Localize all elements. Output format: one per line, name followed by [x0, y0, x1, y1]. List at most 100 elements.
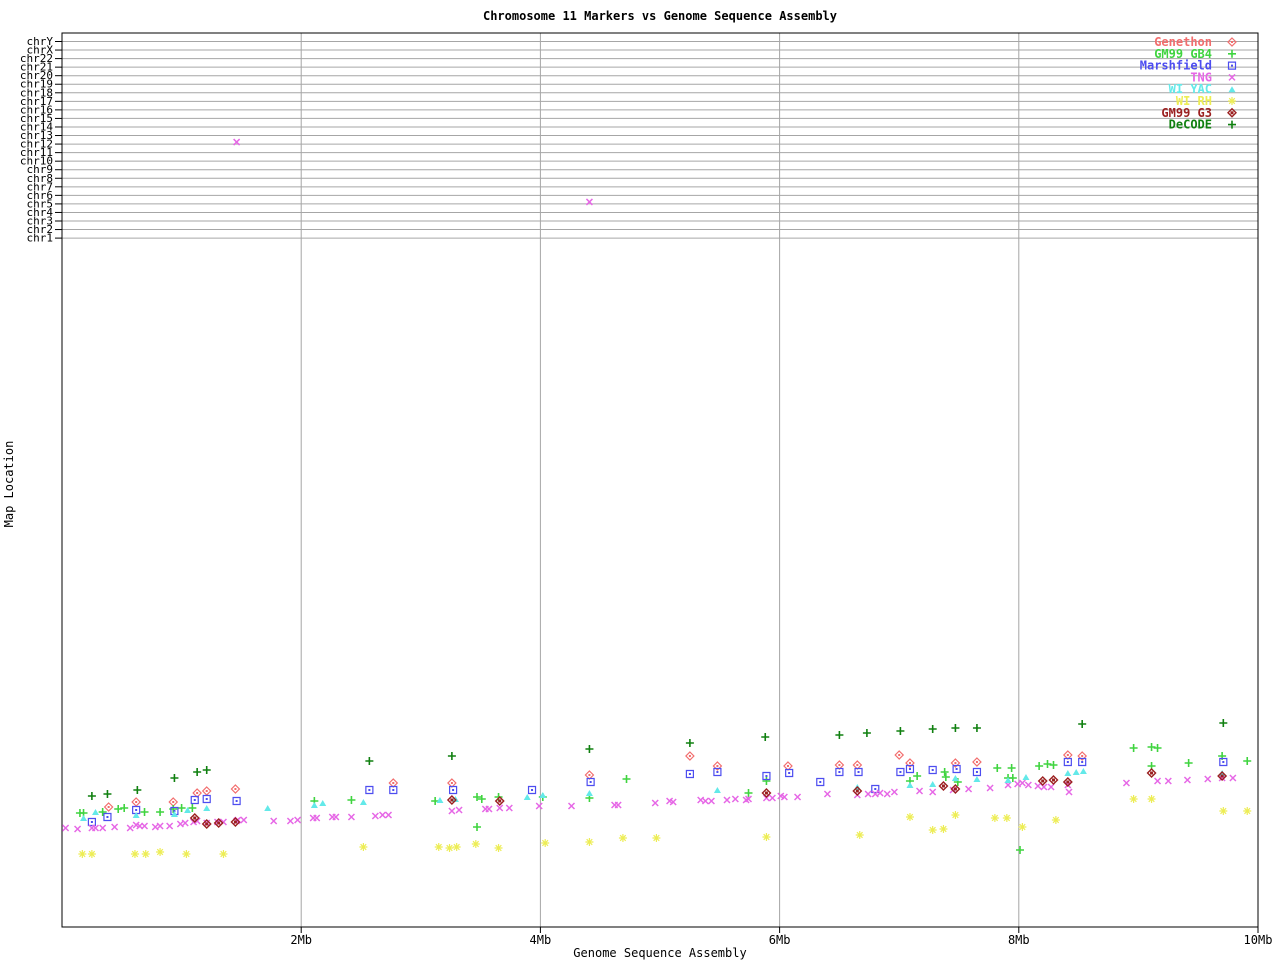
data-point: [192, 788, 202, 798]
data-point: [166, 822, 174, 830]
data-point: [1204, 775, 1212, 783]
data-point: [993, 764, 1002, 772]
data-point: [388, 778, 399, 788]
data-point: [928, 826, 937, 834]
data-point: [965, 785, 973, 793]
data-point: [332, 813, 340, 821]
data-point: [193, 768, 202, 776]
data-point: [111, 823, 119, 831]
plot-area: chrYchrXchr22chr21chr20chr19chr18chr17ch…: [20, 32, 1273, 947]
data-point: [929, 781, 937, 787]
data-point: [862, 729, 871, 737]
data-point: [1018, 779, 1026, 787]
data-point: [1219, 719, 1228, 727]
data-point: [928, 725, 937, 733]
data-point: [1047, 783, 1055, 791]
data-point: [310, 802, 318, 808]
data-point: [905, 813, 914, 821]
data-point: [916, 787, 924, 795]
data-point: [74, 825, 82, 833]
data-point: [1146, 768, 1157, 778]
data-point: [313, 814, 321, 822]
chromosome-marker-plot: Chromosome 11 Markers vs Genome Sequence…: [0, 0, 1280, 960]
data-point: [834, 760, 845, 770]
data-point: [177, 804, 186, 812]
data-point: [365, 757, 374, 765]
x-tick-label: 6Mb: [769, 933, 791, 947]
data-point: [523, 794, 531, 800]
data-point: [707, 797, 715, 805]
data-point: [264, 805, 272, 811]
data-point: [78, 850, 87, 858]
data-point: [365, 785, 374, 795]
data-point: [1153, 744, 1162, 752]
data-point: [622, 775, 631, 783]
data-point: [1129, 795, 1138, 803]
legend-label: DeCODE: [1169, 118, 1212, 132]
data-point: [270, 817, 278, 825]
data-point: [202, 766, 211, 774]
data-point: [1243, 757, 1252, 765]
data-point: [182, 850, 191, 858]
data-point: [448, 807, 456, 815]
data-point: [232, 796, 241, 806]
data-point: [894, 750, 905, 760]
data-point: [1079, 768, 1087, 774]
x-tick-label: 2Mb: [290, 933, 312, 947]
data-point: [120, 804, 129, 812]
data-point: [447, 752, 456, 760]
data-point: [1122, 779, 1130, 787]
data-point: [87, 850, 96, 858]
data-point: [762, 833, 771, 841]
data-point: [455, 806, 463, 814]
data-point: [906, 782, 914, 788]
data-point: [452, 843, 461, 851]
data-point: [816, 777, 825, 787]
data-point: [202, 794, 211, 804]
data-point: [114, 805, 123, 813]
data-point: [170, 774, 179, 782]
data-point: [855, 831, 864, 839]
data-point: [1022, 774, 1030, 780]
data-point: [80, 815, 88, 821]
data-point: [1243, 807, 1252, 815]
data-point: [156, 848, 165, 856]
data-point: [585, 745, 594, 753]
data-point: [485, 805, 493, 813]
data-point: [319, 800, 327, 806]
data-point: [1043, 760, 1052, 768]
data-point: [141, 850, 150, 858]
data-point: [1072, 769, 1080, 775]
data-point: [91, 809, 99, 815]
data-point: [140, 822, 149, 830]
data-point: [1229, 774, 1237, 782]
x-tick-label: 4Mb: [530, 933, 552, 947]
data-point: [614, 801, 622, 809]
x-tick-label: 10Mb: [1244, 933, 1273, 947]
data-point: [181, 819, 189, 827]
data-point: [1065, 788, 1073, 796]
data-point: [929, 788, 937, 796]
data-point: [347, 813, 355, 821]
data-point: [941, 773, 950, 781]
data-point: [505, 804, 513, 812]
data-point: [87, 792, 96, 800]
data-point: [494, 844, 503, 852]
data-point: [103, 802, 114, 812]
data-point: [731, 795, 739, 803]
data-point: [951, 724, 960, 732]
data-point: [62, 824, 70, 832]
data-point: [286, 817, 294, 825]
data-point: [448, 785, 458, 795]
data-point: [883, 790, 891, 798]
data-point: [713, 787, 721, 793]
data-point: [701, 797, 709, 805]
data-point: [230, 784, 241, 794]
data-point: [939, 825, 948, 833]
data-point: [785, 768, 794, 778]
data-point: [586, 777, 595, 787]
data-point: [1048, 775, 1059, 785]
data-point: [1147, 743, 1156, 751]
data-point: [938, 781, 949, 791]
data-point: [99, 824, 107, 832]
